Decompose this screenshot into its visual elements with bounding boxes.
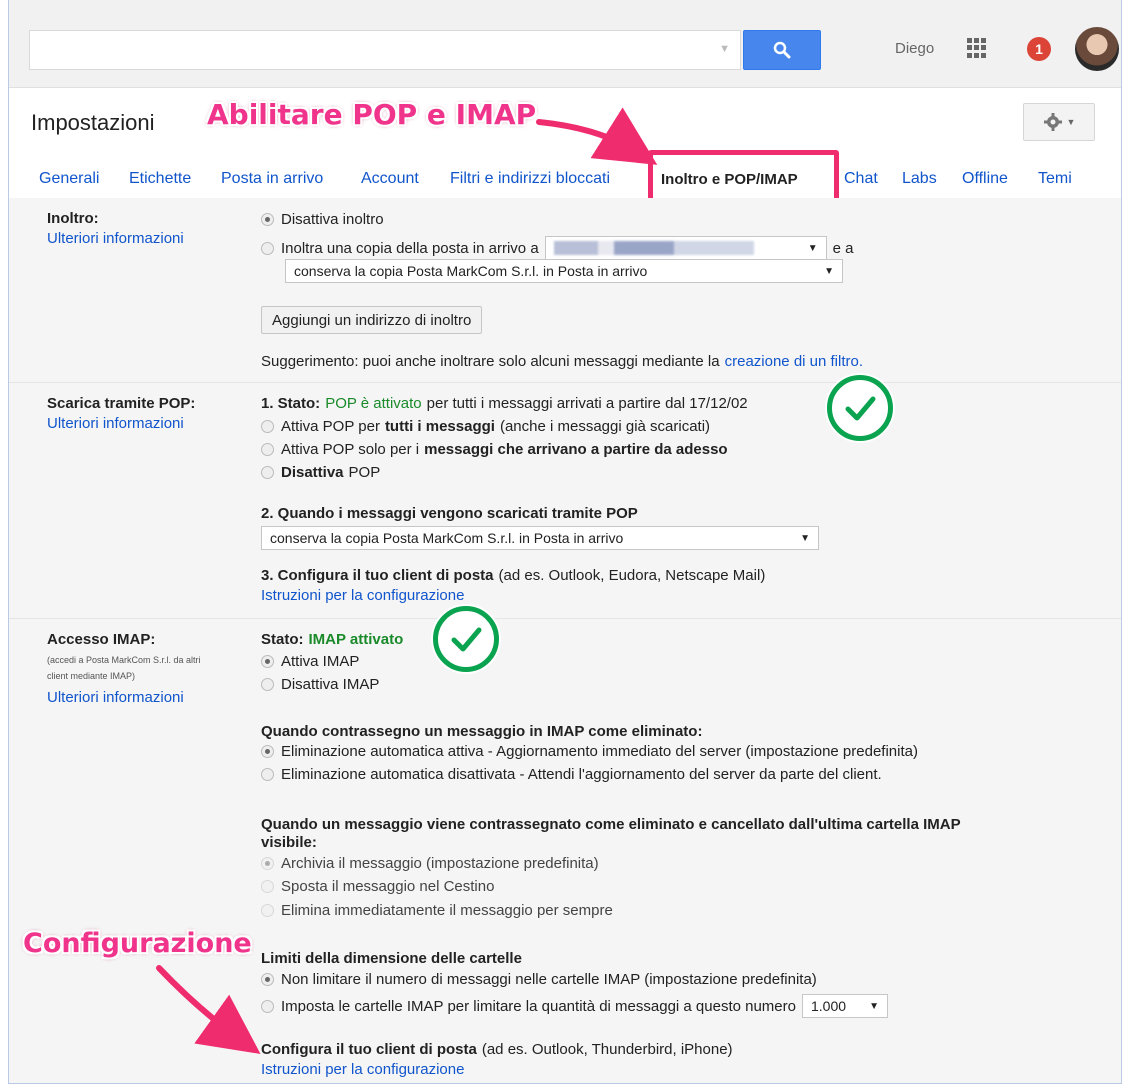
annotation-arrows-icon [156,107,658,1054]
gmail-settings-window: ▼ Diego 1 Impostazioni ▼ Generali Etiche… [8,0,1122,1084]
